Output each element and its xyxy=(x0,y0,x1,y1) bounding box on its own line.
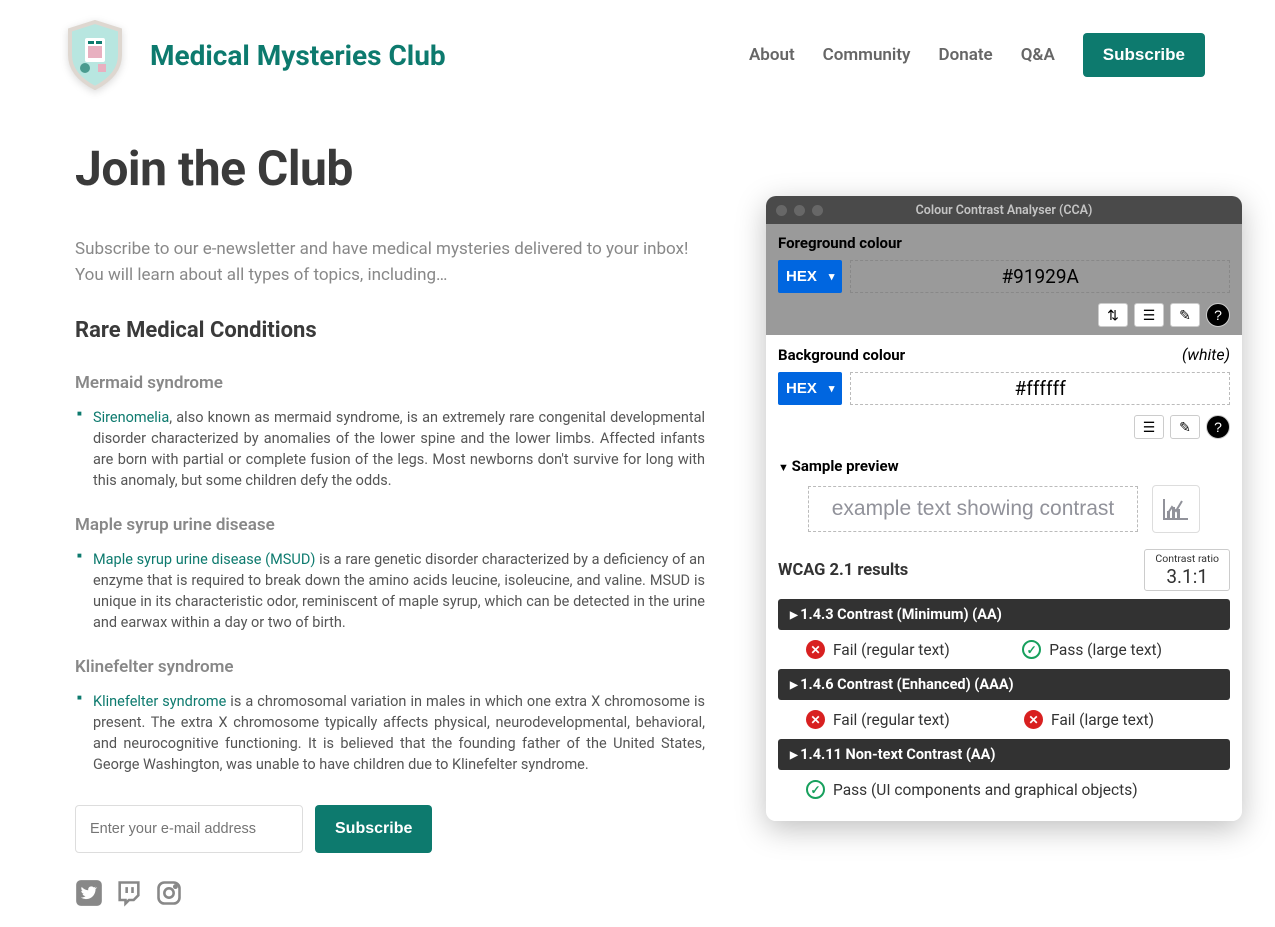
section-heading: Rare Medical Conditions xyxy=(75,318,705,343)
sliders-icon[interactable]: ☰ xyxy=(1134,415,1164,439)
ratio-label: Contrast ratio xyxy=(1155,552,1219,565)
foreground-label: Foreground colour xyxy=(778,234,1230,252)
brand: Medical Mysteries Club xyxy=(65,20,446,90)
swap-icon[interactable]: ⇅ xyxy=(1098,303,1128,327)
help-icon[interactable]: ? xyxy=(1206,415,1230,439)
email-field[interactable] xyxy=(75,805,303,853)
logo-shield-icon xyxy=(65,20,125,90)
result-text: Fail (large text) xyxy=(1051,711,1154,729)
fail-icon: ✕ xyxy=(806,710,825,729)
criterion-toggle[interactable]: 1.4.11 Non-text Contrast (AA) xyxy=(778,739,1230,770)
result-text: Pass (UI components and graphical object… xyxy=(833,781,1138,799)
contrast-ratio-box: Contrast ratio 3.1:1 xyxy=(1144,549,1230,591)
condition-block: Maple syrup urine disease Maple syrup ur… xyxy=(75,515,705,633)
twitch-icon[interactable] xyxy=(115,879,143,907)
twitter-icon[interactable] xyxy=(75,879,103,907)
background-label: Background colour xyxy=(778,346,905,364)
nav: About Community Donate Q&A Subscribe xyxy=(749,33,1205,77)
ratio-value: 3.1:1 xyxy=(1166,565,1208,588)
main-content: Join the Club Subscribe to our e-newslet… xyxy=(0,100,780,927)
social-row xyxy=(75,879,705,907)
white-note: (white) xyxy=(1182,345,1230,364)
fg-format-select[interactable]: HEX xyxy=(778,260,842,293)
eyedropper-icon[interactable]: ✎ xyxy=(1170,415,1200,439)
condition-link[interactable]: Klinefelter syndrome xyxy=(93,693,226,710)
background-section: Background colour (white) HEX ☰ ✎ ? xyxy=(766,335,1242,447)
result-item: ✓ Pass (large text) xyxy=(1022,640,1162,659)
pass-icon: ✓ xyxy=(1022,640,1041,659)
result-text: Fail (regular text) xyxy=(833,641,950,659)
preview-toggle[interactable]: Sample preview xyxy=(778,457,1230,475)
condition-text: , also known as mermaid syndrome, is an … xyxy=(93,409,705,489)
intro-text: Subscribe to our e-newsletter and have m… xyxy=(75,237,705,288)
nav-about[interactable]: About xyxy=(749,45,795,65)
result-item: ✕ Fail (regular text) xyxy=(806,640,950,659)
eyedropper-icon[interactable]: ✎ xyxy=(1170,303,1200,327)
site-title: Medical Mysteries Club xyxy=(150,39,446,72)
nav-qa[interactable]: Q&A xyxy=(1021,45,1055,65)
condition-block: Klinefelter syndrome Klinefelter syndrom… xyxy=(75,657,705,775)
cca-titlebar[interactable]: Colour Contrast Analyser (CCA) xyxy=(766,196,1242,224)
condition-name: Klinefelter syndrome xyxy=(75,657,705,677)
subscribe-form-button[interactable]: Subscribe xyxy=(315,805,432,853)
cca-window: Colour Contrast Analyser (CCA) Foregroun… xyxy=(766,196,1242,821)
result-item: ✕ Fail (regular text) xyxy=(806,710,950,729)
preview-section: Sample preview example text showing cont… xyxy=(766,447,1242,543)
foreground-section: Foreground colour HEX ⇅ ☰ ✎ ? xyxy=(766,224,1242,335)
list-item: Sirenomelia, also known as mermaid syndr… xyxy=(93,407,705,491)
result-item: ✕ Fail (large text) xyxy=(1024,710,1154,729)
nav-donate[interactable]: Donate xyxy=(939,45,993,65)
instagram-icon[interactable] xyxy=(155,879,183,907)
help-icon[interactable]: ? xyxy=(1206,303,1230,327)
criterion-toggle[interactable]: 1.4.3 Contrast (Minimum) (AA) xyxy=(778,599,1230,630)
cca-window-title: Colour Contrast Analyser (CCA) xyxy=(766,203,1242,218)
condition-link[interactable]: Sirenomelia xyxy=(93,409,169,426)
results-title: WCAG 2.1 results xyxy=(778,561,908,580)
page-title: Join the Club xyxy=(75,140,705,197)
condition-name: Mermaid syndrome xyxy=(75,373,705,393)
fail-icon: ✕ xyxy=(1024,710,1043,729)
signup-row: Subscribe xyxy=(75,805,705,853)
result-text: Pass (large text) xyxy=(1049,641,1162,659)
header: Medical Mysteries Club About Community D… xyxy=(0,0,1275,100)
bg-color-input[interactable] xyxy=(850,372,1230,405)
fg-color-input[interactable] xyxy=(850,260,1230,293)
criterion-toggle[interactable]: 1.4.6 Contrast (Enhanced) (AAA) xyxy=(778,669,1230,700)
sliders-icon[interactable]: ☰ xyxy=(1134,303,1164,327)
fail-icon: ✕ xyxy=(806,640,825,659)
nav-community[interactable]: Community xyxy=(823,45,911,65)
condition-block: Mermaid syndrome Sirenomelia, also known… xyxy=(75,373,705,491)
preview-text: example text showing contrast xyxy=(808,486,1138,532)
result-text: Fail (regular text) xyxy=(833,711,950,729)
list-item: Maple syrup urine disease (MSUD) is a ra… xyxy=(93,549,705,633)
list-item: Klinefelter syndrome is a chromosomal va… xyxy=(93,691,705,775)
result-item: ✓ Pass (UI components and graphical objec… xyxy=(806,780,1138,799)
pass-icon: ✓ xyxy=(806,780,825,799)
condition-name: Maple syrup urine disease xyxy=(75,515,705,535)
chart-icon[interactable] xyxy=(1152,485,1200,533)
condition-link[interactable]: Maple syrup urine disease (MSUD) xyxy=(93,551,315,568)
subscribe-button[interactable]: Subscribe xyxy=(1083,33,1205,77)
bg-format-select[interactable]: HEX xyxy=(778,372,842,405)
results-section: WCAG 2.1 results Contrast ratio 3.1:1 1.… xyxy=(766,543,1242,821)
